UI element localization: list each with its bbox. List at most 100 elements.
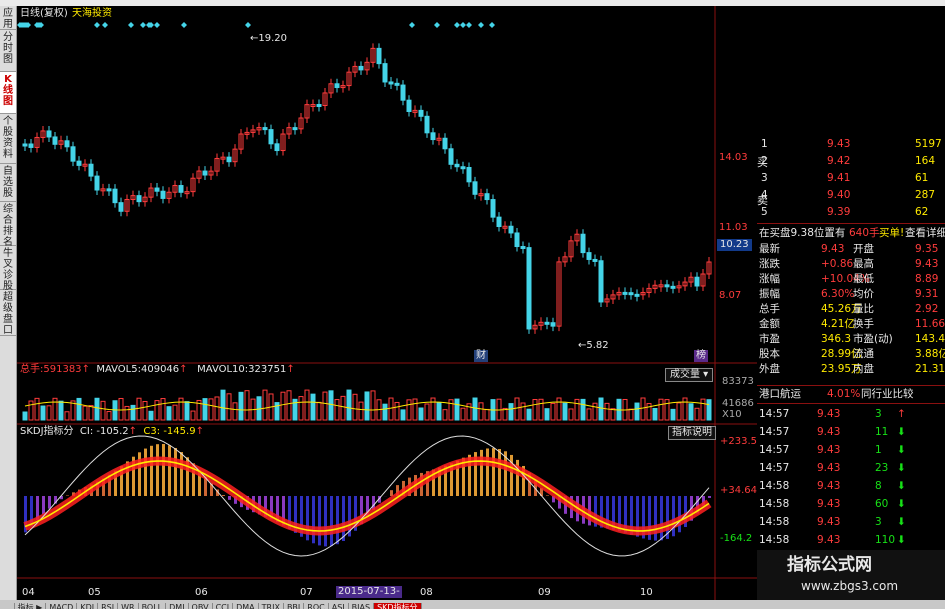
finance-marker[interactable]: 财 <box>474 350 488 362</box>
bottom-tab-5[interactable]: WR <box>118 603 139 609</box>
period-label[interactable]: 日线(复权) <box>20 8 68 20</box>
price-axis-2: 11.03 <box>719 222 748 233</box>
stat-label: 最新 <box>759 243 780 255</box>
tick-row: 14:57 9.43 23 ⬇ <box>757 461 945 476</box>
stat-row-0: 最新 9.43 开盘 9.35 <box>757 242 945 257</box>
list-marker[interactable]: 榜 <box>694 350 708 362</box>
indicator-tab-bar: ... 指标 ▶ MACD KDJ RSI WR BOLL DMI OBV CCI DMA TRIX B… <box>0 600 945 609</box>
tick-time: 14:57 <box>759 426 790 438</box>
sector-change: 4.01% <box>827 388 861 400</box>
tick-time: 14:57 <box>759 444 790 456</box>
side-tab-1[interactable]: 分时图 <box>0 30 16 72</box>
bottom-tab-3[interactable]: KDJ <box>77 603 99 609</box>
quote-panel: 1 9.43 5197 2 9.42 164 3 9.41 61 4 9.40 287 5 9.39 62 买… <box>757 137 945 584</box>
order-row-3: 3 9.41 61 <box>757 171 945 186</box>
stat-value-2: 9.31 <box>915 288 939 300</box>
date-label-06: 06 <box>195 587 208 598</box>
indicator-axis-2: +34.64 <box>720 485 758 496</box>
order-note-row: 在买盘9.38位置有 640手 买单! 查看详细 <box>757 226 945 241</box>
order-volume: 61 <box>915 172 929 184</box>
arrow-down-icon: ⬇ <box>897 444 906 456</box>
order-row-5: 5 9.39 62 <box>757 205 945 220</box>
tick-row: 14:57 9.43 1 ⬇ <box>757 443 945 458</box>
stat-value: 4.21亿 <box>821 318 855 330</box>
order-level: 3 <box>761 172 768 184</box>
indicator-header: SKDJ指标分 CI: -105.2↑ C3: -145.9↑ <box>20 426 204 437</box>
bottom-tab-4[interactable]: RSI <box>98 603 119 609</box>
side-tab-2[interactable]: K线图 <box>0 72 16 114</box>
bottom-tab-14[interactable]: ASI <box>329 603 349 609</box>
stat-label-2: 最低 <box>853 273 874 285</box>
tick-price: 9.43 <box>817 462 841 474</box>
date-label-08: 08 <box>420 587 433 598</box>
stat-label-2: 换手 <box>853 318 874 330</box>
bottom-tab-11[interactable]: TRIX <box>259 603 284 609</box>
order-volume: 287 <box>915 189 936 201</box>
bottom-tab-6[interactable]: BOLL <box>139 603 167 609</box>
bottom-tab-15[interactable]: BIAS <box>349 603 375 609</box>
watermark-title: 指标公式网 <box>787 555 872 575</box>
tick-volume: 3 <box>875 516 882 528</box>
side-tab-7[interactable]: 超级盘口 <box>0 290 16 336</box>
bottom-tab-1[interactable]: 指标 ▶ <box>15 603 47 609</box>
sector-row: 港口航运 4.01% 同行业比较 <box>757 387 945 402</box>
bottom-tab-13[interactable]: ROC <box>304 603 329 609</box>
tick-time: 14:58 <box>759 498 790 510</box>
tick-price: 9.43 <box>817 426 841 438</box>
bottom-tab-16[interactable]: SKD指标分 <box>374 603 422 609</box>
stat-value-2: 9.43 <box>915 258 939 270</box>
stat-value-2: 2.92 <box>915 303 939 315</box>
order-price: 9.43 <box>827 138 851 150</box>
order-price: 9.41 <box>827 172 851 184</box>
stat-value: +0.86 <box>821 258 854 270</box>
tick-price: 9.43 <box>817 480 841 492</box>
stat-row-1: 涨跌 +0.86 最高 9.43 <box>757 257 945 272</box>
arrow-down-icon: ⬇ <box>897 480 906 492</box>
sector-compare-button[interactable]: 同行业比较 <box>861 387 914 402</box>
stat-label-2: 市盈(动) <box>853 333 893 345</box>
stat-value: 346.3 <box>821 333 852 345</box>
bottom-tab-10[interactable]: DMA <box>233 603 259 609</box>
side-tab-4[interactable]: 自选股 <box>0 164 16 202</box>
tick-time: 14:57 <box>759 462 790 474</box>
tick-volume: 3 <box>875 408 882 420</box>
side-tab-3[interactable]: 个股资料 <box>0 114 16 164</box>
bottom-tab-0[interactable]: ... <box>0 603 15 609</box>
arrow-down-icon: ⬇ <box>897 498 906 510</box>
order-note-a: 在买盘9.38位置有 <box>759 227 846 239</box>
tick-row: 14:58 9.43 3 ⬇ <box>757 515 945 530</box>
stat-row-3: 振幅 6.30% 均价 9.31 <box>757 287 945 302</box>
tick-row: 14:58 9.43 110 ⬇ <box>757 533 945 548</box>
order-price: 9.40 <box>827 189 851 201</box>
indicator-help-button[interactable]: 指标说明 <box>668 426 716 440</box>
side-tab-5[interactable]: 综合排名 <box>0 202 16 248</box>
order-note-b: 640手 <box>849 227 880 239</box>
tick-row: 14:58 9.43 60 ⬇ <box>757 497 945 512</box>
stat-row-6: 市盈 346.3 市盈(动) 143.4 <box>757 332 945 347</box>
stat-label: 市盈 <box>759 333 780 345</box>
tick-price: 9.43 <box>817 444 841 456</box>
tick-time: 14:57 <box>759 408 790 420</box>
watermark-url: www.zbgs3.com <box>801 579 899 593</box>
date-label-07: 07 <box>300 587 313 598</box>
indicator-axis-3: -164.2 <box>720 533 753 544</box>
stat-value-2: 11.66% <box>915 318 945 330</box>
bottom-tab-8[interactable]: OBV <box>189 603 213 609</box>
stat-value: 6.30% <box>821 288 855 300</box>
stat-value-2: 8.89 <box>915 273 939 285</box>
tick-volume: 11 <box>875 426 889 438</box>
tick-volume: 60 <box>875 498 889 510</box>
bottom-tab-12[interactable]: BBI <box>284 603 305 609</box>
order-note-link[interactable]: 查看详细 <box>905 226 945 241</box>
side-tab-0[interactable]: 应用 <box>0 6 16 30</box>
order-volume: 62 <box>915 206 929 218</box>
side-tab-6[interactable]: 牛叉诊股 <box>0 246 16 292</box>
stat-value-2: 143.4 <box>915 333 945 345</box>
panel-divider <box>757 385 945 386</box>
bottom-tab-2[interactable]: MACD <box>46 603 78 609</box>
bottom-tab-9[interactable]: CCI <box>213 603 234 609</box>
stat-label: 金额 <box>759 318 780 330</box>
bottom-tab-7[interactable]: DMI <box>166 603 189 609</box>
indicator-axis-1: +233.5 <box>720 436 758 447</box>
volume-indicator-button[interactable]: 成交量 ▾ <box>665 368 714 382</box>
